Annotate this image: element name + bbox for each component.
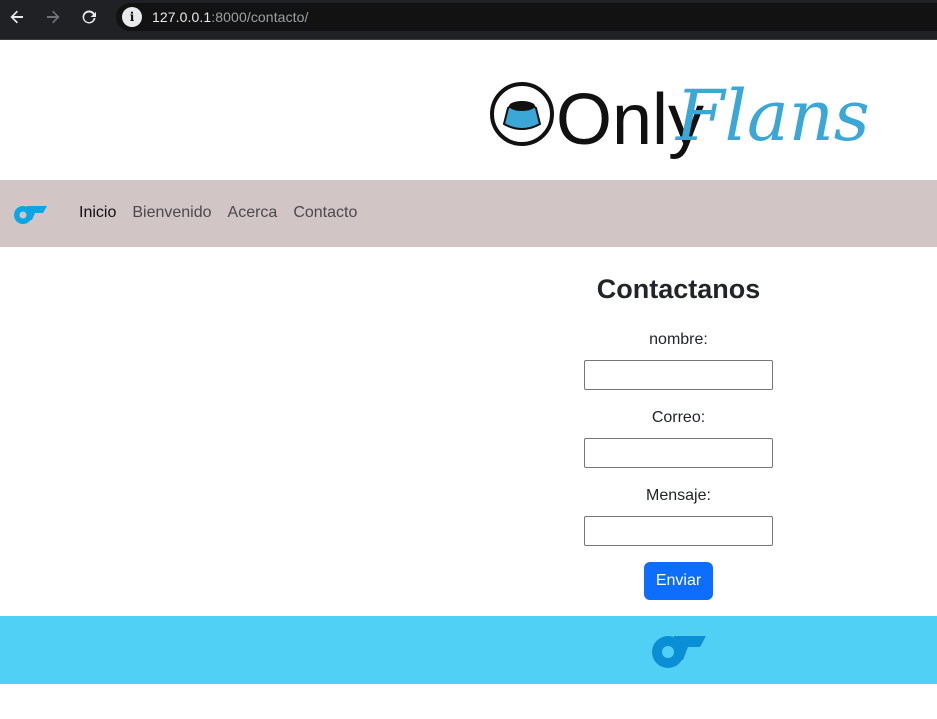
- url-text: 127.0.0.1:8000/contacto/: [152, 9, 309, 25]
- onlyfans-logo-icon[interactable]: [13, 202, 49, 226]
- contact-form: Contactanos nombre: Correo: Mensaje: Env…: [520, 247, 837, 616]
- nav-item-bienvenido[interactable]: Bienvenido: [132, 204, 211, 222]
- nombre-input[interactable]: [584, 360, 773, 390]
- nav-links: Inicio Bienvenido Acerca Contacto: [79, 204, 357, 222]
- enviar-button[interactable]: Enviar: [644, 562, 713, 600]
- browser-toolbar: i 127.0.0.1:8000/contacto/: [0, 0, 937, 40]
- flan-top: [509, 101, 535, 111]
- address-bar[interactable]: i 127.0.0.1:8000/contacto/: [116, 3, 937, 31]
- correo-input[interactable]: [584, 438, 773, 468]
- url-path: :8000/contacto/: [211, 9, 309, 25]
- onlyfans-logo-icon: [652, 636, 706, 668]
- page-title: Contactanos: [596, 274, 761, 304]
- footer: [0, 616, 937, 684]
- nav-item-inicio[interactable]: Inicio: [79, 204, 116, 222]
- forward-arrow-icon[interactable]: [41, 6, 65, 28]
- correo-label: Correo:: [651, 409, 706, 426]
- mensaje-label: Mensaje:: [646, 487, 711, 504]
- back-arrow-icon[interactable]: [5, 6, 29, 28]
- site-info-icon[interactable]: i: [122, 7, 142, 27]
- nav-item-acerca[interactable]: Acerca: [228, 204, 278, 222]
- nombre-label: nombre:: [649, 331, 708, 348]
- navbar: Inicio Bienvenido Acerca Contacto: [0, 180, 937, 247]
- url-host: 127.0.0.1: [152, 9, 212, 25]
- logo-flans-text: Flans: [674, 75, 870, 157]
- nav-item-contacto[interactable]: Contacto: [293, 204, 357, 222]
- reload-icon[interactable]: [77, 6, 101, 28]
- mensaje-input[interactable]: [584, 516, 773, 546]
- onlyflans-logo: Only Flans: [490, 75, 870, 160]
- page-header: Only Flans: [0, 40, 937, 180]
